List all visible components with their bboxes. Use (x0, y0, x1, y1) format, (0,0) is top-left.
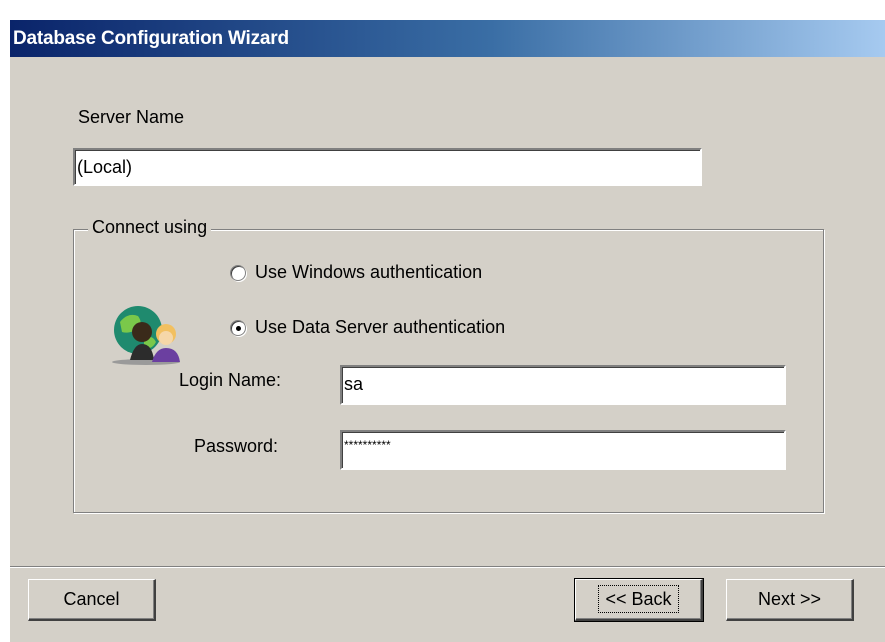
login-name-label: Login Name: (179, 370, 282, 390)
connect-using-legend: Connect using (88, 217, 212, 238)
windows-auth-label[interactable]: Use Windows authentication (255, 262, 482, 283)
server-name-label: Server Name (78, 107, 185, 127)
cancel-button-label: Cancel (63, 589, 120, 609)
button-separator (10, 566, 885, 568)
password-label: Password: (194, 436, 279, 456)
login-name-input[interactable]: sa (340, 365, 786, 405)
password-input[interactable]: ********** (340, 430, 786, 470)
next-button-label: Next >> (757, 589, 822, 609)
users-globe-icon (112, 306, 180, 365)
back-button[interactable]: << Back (574, 578, 704, 622)
next-button[interactable]: Next >> (726, 579, 854, 621)
title-bar: Database Configuration Wizard (10, 20, 885, 57)
back-button-label: << Back (598, 585, 679, 613)
data-server-auth-radio[interactable] (230, 320, 246, 336)
wizard-window: Database Configuration Wizard Server Nam… (10, 20, 885, 642)
cancel-button[interactable]: Cancel (28, 579, 156, 621)
windows-auth-radio[interactable] (230, 265, 246, 281)
data-server-auth-label[interactable]: Use Data Server authentication (255, 317, 505, 338)
server-name-input[interactable]: (Local) (73, 148, 702, 186)
